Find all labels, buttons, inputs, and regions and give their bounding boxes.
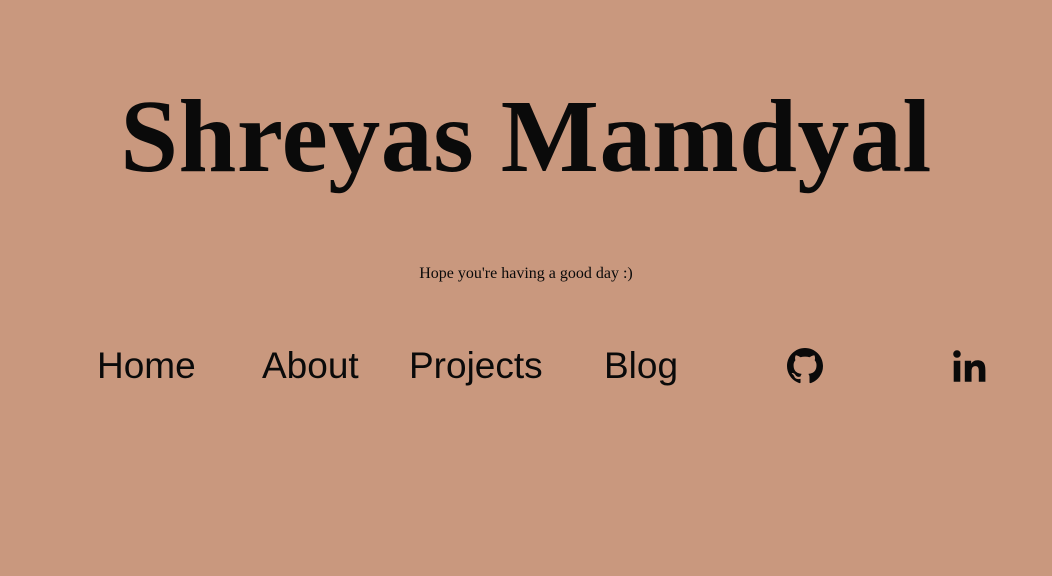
nav-link-home[interactable]: Home <box>97 340 196 392</box>
nav-link-about[interactable]: About <box>262 340 359 392</box>
github-link[interactable] <box>787 348 823 384</box>
main-nav: Home About Projects Blog <box>0 340 1052 392</box>
tagline: Hope you're having a good day :) <box>419 265 633 282</box>
linkedin-icon <box>951 348 987 384</box>
nav-link-projects[interactable]: Projects <box>409 340 543 392</box>
linkedin-link[interactable] <box>951 348 987 384</box>
page-title: Shreyas Mamdyal <box>120 79 932 194</box>
nav-link-blog[interactable]: Blog <box>604 340 678 392</box>
github-icon <box>787 348 823 384</box>
